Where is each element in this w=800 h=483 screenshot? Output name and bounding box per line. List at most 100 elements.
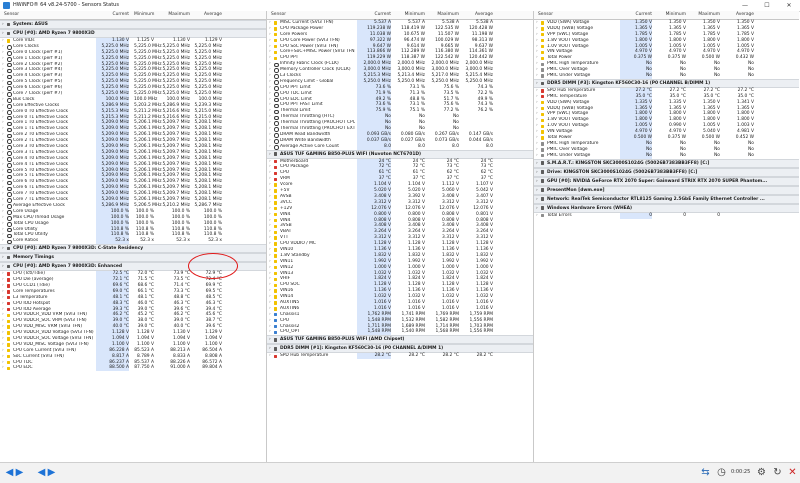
next-arrow-icon[interactable]: ▶ xyxy=(14,467,25,478)
temperature-icon xyxy=(7,290,11,294)
sensor-row[interactable]: › Total Errors 0 0 0 xyxy=(534,212,799,219)
expand-chevron-icon[interactable]: › xyxy=(2,30,4,37)
voltage-icon xyxy=(274,33,278,37)
sensor-group-header[interactable]: › Windows Hardware Errors (WHEA) xyxy=(534,203,799,213)
network-icon[interactable]: ⇆ xyxy=(700,467,711,478)
sensor-row[interactable]: › CPU EDC 88.500 A 87.750 A 91.000 A 89.804 A xyxy=(0,365,266,372)
sensor-group-header[interactable]: › ASUS TUF GAMING B850-PLUS WIFI (Nuvoton… xyxy=(267,149,533,159)
minimize-button[interactable]: — xyxy=(734,0,756,11)
expand-chevron-icon[interactable]: › xyxy=(536,178,538,185)
voltage-icon xyxy=(541,136,545,140)
expand-chevron-icon[interactable]: › xyxy=(536,196,538,203)
reset-clock-icon[interactable]: ↻ xyxy=(772,467,783,478)
sensor-value-max: 28.2 °C xyxy=(442,353,459,359)
voltage-icon xyxy=(541,106,545,111)
sensor-group-header[interactable]: › Network: RealTek Semiconductor RTL8125 … xyxy=(534,194,799,204)
sensor-group-header[interactable]: › Drive: KINGSTON SKC3000S1024G (50026B73… xyxy=(534,167,799,177)
voltage-icon xyxy=(274,218,278,223)
sensor-group-header[interactable]: › DDR5 DIMM [#3]: Kingston KF560C30-16 (P… xyxy=(534,78,799,88)
voltage-icon xyxy=(274,230,278,234)
sensor-group-label: CPU [#0]: AMD Ryzen 7 9800X3D: Enhanced xyxy=(13,264,122,270)
sensor-panels: Sensor Current Minimum Maximum Average › Syste… xyxy=(0,11,800,462)
sensor-group-header[interactable]: › CPU [#0]: AMD Ryzen 7 9800X3D: Enhanced xyxy=(0,262,266,272)
maximize-button[interactable]: ☐ xyxy=(756,0,778,11)
column-header-maximum[interactable]: Maximum xyxy=(158,12,190,17)
sensor-group-header[interactable]: › S.M.A.R.T.: KINGSTON SKC3000S1024G (500… xyxy=(534,158,799,168)
column-header-average[interactable]: Average xyxy=(194,12,222,17)
voltage-icon xyxy=(274,27,278,31)
sensor-group-header[interactable]: › CPU [#0]: AMD Ryzen 7 9800X3D: C-State … xyxy=(0,244,266,254)
chip-icon xyxy=(7,31,11,36)
sensor-row[interactable]: › SPD Hub Temperature 28.2 °C 28.2 °C 28.2 °… xyxy=(267,353,533,360)
expand-chevron-icon[interactable]: › xyxy=(269,151,271,158)
voltage-icon xyxy=(541,112,545,117)
close-button[interactable]: ✕ xyxy=(778,0,800,11)
column-header-current[interactable]: Current xyxy=(357,12,392,17)
expand-chevron-icon[interactable]: › xyxy=(536,80,538,87)
sensor-panel-middle[interactable]: Sensor Current Minimum Maximum Average › MISC … xyxy=(267,11,534,462)
chip-icon xyxy=(541,206,545,210)
expand-chevron-icon[interactable]: › xyxy=(536,213,538,219)
flag-icon xyxy=(541,68,545,72)
column-header-sensor[interactable]: Sensor xyxy=(271,12,286,17)
sensor-group-header[interactable]: › CPU [#0]: AMD Ryzen 7 9800X3D xyxy=(0,29,266,38)
sensor-group-label: Memory Timings xyxy=(13,255,54,261)
voltage-icon xyxy=(274,301,278,305)
voltage-icon xyxy=(274,295,278,299)
sensor-panel-left[interactable]: Sensor Current Minimum Maximum Average › Syste… xyxy=(0,11,267,462)
expand-chevron-icon[interactable]: › xyxy=(2,365,4,371)
sensor-value-min: 87.750 A xyxy=(134,365,154,371)
expand-chevron-icon[interactable]: › xyxy=(536,205,538,212)
close-sensors-icon[interactable]: ✕ xyxy=(787,467,798,478)
sensor-group-header[interactable]: › Memory Timings xyxy=(0,253,266,263)
column-header[interactable]: Sensor Current Minimum Maximum Average xyxy=(0,11,266,20)
column-header-minimum[interactable]: Minimum xyxy=(395,12,425,17)
next-arrow-icon[interactable]: ▶ xyxy=(46,467,57,478)
column-header-minimum[interactable]: Minimum xyxy=(656,12,686,17)
voltage-icon xyxy=(541,130,545,134)
sensor-group-header[interactable]: › DDR5 DIMM [#1]: Kingston KF560C30-16 (P… xyxy=(267,344,533,354)
column-header-average[interactable]: Average xyxy=(463,12,493,17)
expand-chevron-icon[interactable]: › xyxy=(536,160,538,167)
expand-chevron-icon[interactable]: › xyxy=(269,353,271,359)
temperature-icon xyxy=(7,301,11,306)
sensor-group-label: DDR5 DIMM [#3]: Kingston KF560C30-16 (P0… xyxy=(547,80,711,86)
sensor-value-cur: 0 xyxy=(620,212,652,219)
sensor-group-header[interactable]: › ASUS TUF GAMING B850-PLUS WIFI (AMD Chi… xyxy=(267,335,533,345)
sensor-group-header[interactable]: › GPU [#0]: NVIDIA GeForce RTX 2070 Super… xyxy=(534,176,799,186)
column-header-sensor[interactable]: Sensor xyxy=(4,12,19,17)
voltage-icon xyxy=(541,44,545,49)
column-header-current[interactable]: Current xyxy=(620,12,653,17)
temperature-icon xyxy=(7,307,11,312)
expand-chevron-icon[interactable]: › xyxy=(2,263,4,270)
column-header-current[interactable]: Current xyxy=(96,12,130,17)
column-header-average[interactable]: Average xyxy=(724,12,754,17)
voltage-icon xyxy=(274,189,278,193)
column-header[interactable]: Sensor Current Minimum Maximum Average xyxy=(534,11,799,20)
expand-chevron-icon[interactable]: › xyxy=(269,336,271,343)
column-header-minimum[interactable]: Minimum xyxy=(134,12,154,17)
voltage-icon xyxy=(274,38,278,43)
expand-chevron-icon[interactable]: › xyxy=(536,187,538,194)
sensor-group-header[interactable]: › System: ASUS xyxy=(0,20,266,29)
voltage-icon xyxy=(7,313,11,318)
settings-icon[interactable]: ⚙ xyxy=(756,467,767,478)
voltage-icon xyxy=(541,118,545,123)
column-header[interactable]: Sensor Current Minimum Maximum Average xyxy=(267,11,533,20)
chip-icon xyxy=(541,161,545,165)
voltage-icon xyxy=(274,201,278,205)
expand-chevron-icon[interactable]: › xyxy=(2,21,4,28)
expand-chevron-icon[interactable]: › xyxy=(2,245,4,252)
column-header-maximum[interactable]: Maximum xyxy=(690,12,720,17)
sensor-group-label: CPU [#0]: AMD Ryzen 7 9800X3D: C-State R… xyxy=(13,246,144,252)
sensor-group-header[interactable]: › PresentMon [dwm.exe] xyxy=(534,185,799,195)
voltage-icon xyxy=(274,50,278,55)
sensor-panel-right[interactable]: Sensor Current Minimum Maximum Average › VDD (… xyxy=(534,11,799,462)
expand-chevron-icon[interactable]: › xyxy=(269,345,271,352)
column-header-sensor[interactable]: Sensor xyxy=(538,12,553,17)
voltage-icon xyxy=(274,236,278,240)
elapsed-timer: 0:00:25 xyxy=(731,469,751,475)
expand-chevron-icon[interactable]: › xyxy=(536,169,538,176)
column-header-maximum[interactable]: Maximum xyxy=(429,12,459,17)
expand-chevron-icon[interactable]: › xyxy=(2,254,4,261)
